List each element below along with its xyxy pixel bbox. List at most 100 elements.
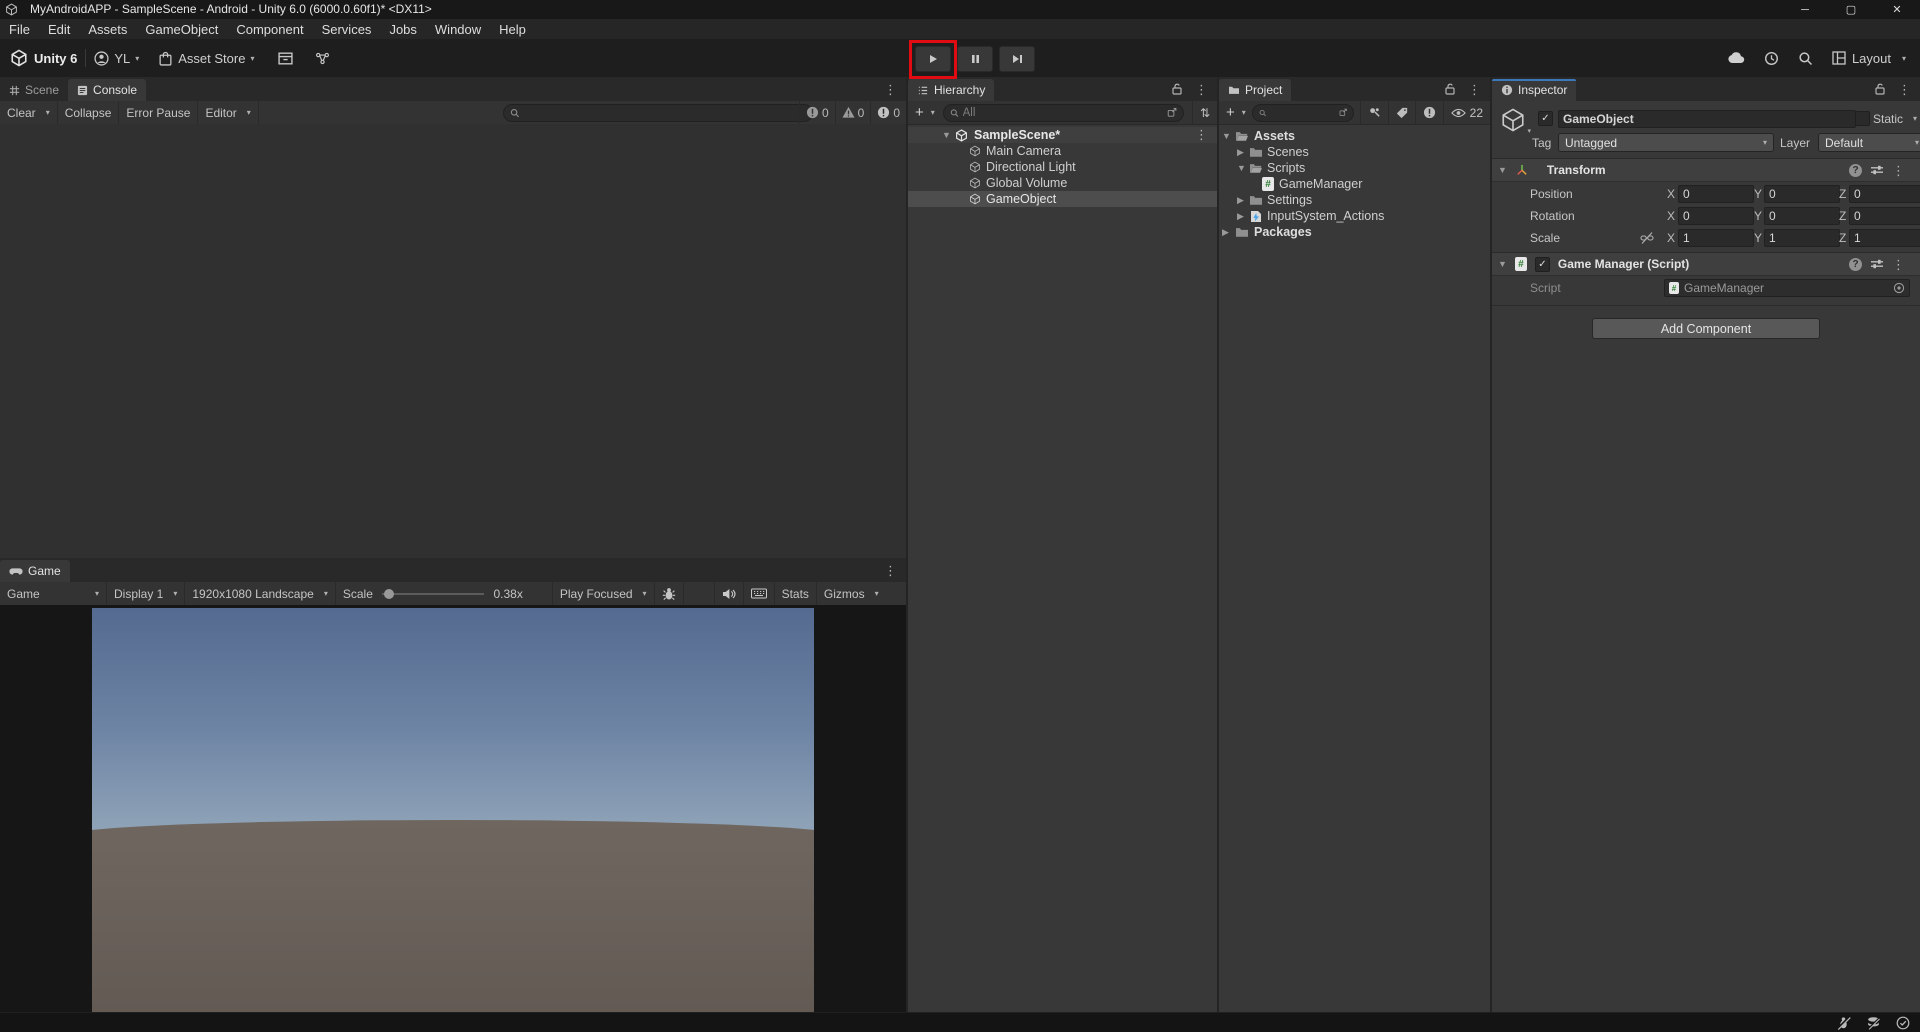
console-search[interactable] (503, 104, 813, 122)
minimize-button[interactable]: ─ (1782, 0, 1828, 19)
scale-z-field[interactable] (1849, 229, 1920, 247)
clear-button[interactable]: Clear ▾ (0, 101, 58, 124)
object-picker-icon[interactable] (1893, 282, 1905, 294)
game-manager-presets-icon[interactable] (1870, 258, 1884, 270)
tab-scene[interactable]: Scene (0, 79, 68, 101)
console-search-input[interactable] (524, 107, 806, 119)
game-manager-enabled-checkbox[interactable]: ✓ (1535, 257, 1550, 272)
hierarchy-sort-button[interactable]: ⇅ (1192, 101, 1217, 124)
layout-dropdown[interactable]: Layout ▾ (1832, 51, 1906, 66)
project-row-scripts[interactable]: ▼ Scripts (1219, 160, 1490, 176)
menu-assets[interactable]: Assets (79, 19, 136, 39)
editor-dropdown[interactable]: Editor ▾ (198, 101, 258, 124)
stats-button[interactable]: Stats (775, 582, 817, 605)
foldout-icon[interactable]: ▶ (1237, 147, 1244, 158)
scale-slider[interactable] (382, 593, 485, 595)
progress-ok-icon[interactable] (1896, 1016, 1910, 1030)
project-row-settings[interactable]: ▶ Settings (1219, 192, 1490, 208)
menu-window[interactable]: Window (426, 19, 490, 39)
position-x-field[interactable] (1678, 185, 1754, 203)
account-caret-icon[interactable]: ▾ (135, 54, 139, 63)
search-by-type-button[interactable] (1416, 101, 1444, 124)
rotation-y-input[interactable] (1769, 209, 1835, 223)
asset-store-label[interactable]: Asset Store (178, 51, 245, 66)
position-z-input[interactable] (1854, 187, 1920, 201)
asset-store-icon[interactable] (159, 51, 172, 66)
project-row-scenes[interactable]: ▶ Scenes (1219, 144, 1490, 160)
game-manager-menu-icon[interactable]: ⋮ (1889, 258, 1908, 271)
account-label[interactable]: YL (114, 51, 130, 66)
foldout-icon[interactable]: ▼ (1222, 131, 1231, 141)
console-log-area[interactable] (0, 124, 906, 558)
project-search[interactable] (1252, 104, 1354, 122)
transform-help-icon[interactable]: ? (1849, 164, 1862, 177)
hierarchy-lock-icon[interactable] (1172, 83, 1182, 95)
game-view-dropdown[interactable]: Game ▾ (0, 582, 107, 605)
tab-inspector[interactable]: Inspector (1492, 79, 1576, 101)
search-icon[interactable] (1798, 51, 1813, 66)
hierarchy-search-input[interactable] (963, 107, 1164, 119)
cloud-icon[interactable] (1727, 52, 1745, 64)
mute-audio-button[interactable] (715, 582, 744, 605)
pause-button[interactable] (957, 46, 993, 72)
menu-help[interactable]: Help (490, 19, 535, 39)
position-z-field[interactable] (1849, 185, 1920, 203)
display-dropdown[interactable]: Display 1 ▾ (107, 582, 185, 605)
foldout-icon[interactable]: ▶ (1222, 227, 1229, 238)
hierarchy-menu-icon[interactable]: ⋮ (1192, 83, 1211, 96)
scale-y-input[interactable] (1769, 231, 1835, 245)
project-lock-icon[interactable] (1445, 83, 1455, 95)
foldout-icon[interactable]: ▶ (1237, 211, 1244, 222)
step-button[interactable] (999, 46, 1035, 72)
transform-header[interactable]: ▼ Transform ? ⋮ (1492, 158, 1920, 182)
hierarchy-add-button[interactable]: + ▾ (908, 101, 939, 124)
gizmos-dropdown[interactable]: Gizmos ▾ (817, 582, 886, 605)
visibility-toggle[interactable]: 22 (1444, 101, 1490, 124)
menu-edit[interactable]: Edit (39, 19, 79, 39)
active-checkbox[interactable]: ✓ (1538, 111, 1553, 126)
warning-counter[interactable]: 0 (835, 101, 871, 124)
debugger-detached-icon[interactable] (1836, 1016, 1851, 1030)
account-icon[interactable] (94, 51, 109, 66)
hierarchy-item-main-camera[interactable]: Main Camera (908, 143, 1217, 159)
static-caret-icon[interactable]: ▾ (1913, 114, 1917, 123)
error-counter[interactable]: 0 (870, 101, 906, 124)
play-focus-dropdown[interactable]: Play Focused ▾ (552, 582, 655, 605)
scene-connections-icon[interactable] (315, 52, 330, 65)
scale-slider-thumb[interactable] (384, 589, 394, 599)
asset-store-caret-icon[interactable]: ▾ (250, 54, 254, 63)
layer-dropdown[interactable]: Default ▾ (1818, 133, 1920, 152)
menu-gameobject[interactable]: GameObject (136, 19, 227, 39)
info-counter[interactable]: 0 (799, 101, 835, 124)
resolution-dropdown[interactable]: 1920x1080 Landscape ▾ (185, 582, 335, 605)
hierarchy-item-global-volume[interactable]: Global Volume (908, 175, 1217, 191)
inspector-lock-icon[interactable] (1875, 83, 1885, 95)
search-by-import-button[interactable] (1360, 101, 1389, 124)
inspector-menu-icon[interactable]: ⋮ (1895, 83, 1914, 96)
hierarchy-item-directional-light[interactable]: Directional Light (908, 159, 1217, 175)
error-pause-button[interactable]: Error Pause (119, 101, 198, 124)
foldout-icon[interactable]: ▶ (1237, 195, 1244, 206)
position-y-field[interactable] (1764, 185, 1840, 203)
cache-layers-icon[interactable] (1866, 1016, 1881, 1030)
foldout-icon[interactable]: ▼ (1237, 163, 1246, 173)
tab-console[interactable]: Console (68, 79, 146, 101)
transform-presets-icon[interactable] (1870, 164, 1884, 176)
project-menu-icon[interactable]: ⋮ (1465, 83, 1484, 96)
hierarchy-item-gameobject[interactable]: GameObject (908, 191, 1217, 207)
virtual-keyboard-button[interactable] (744, 582, 775, 605)
package-tray-icon[interactable] (278, 52, 293, 65)
project-search-input[interactable] (1270, 107, 1334, 119)
gameobject-big-icon[interactable]: ▾ (1500, 107, 1526, 133)
scale-x-input[interactable] (1683, 231, 1749, 245)
rotation-x-field[interactable] (1678, 207, 1754, 225)
search-by-label-button[interactable] (1389, 101, 1416, 124)
project-row-inputsystem-actions[interactable]: ▶ InputSystem_Actions (1219, 208, 1490, 224)
game-manager-foldout-icon[interactable]: ▼ (1498, 259, 1507, 269)
add-component-button[interactable]: Add Component (1592, 318, 1820, 339)
scale-x-field[interactable] (1678, 229, 1754, 247)
rotation-y-field[interactable] (1764, 207, 1840, 225)
game-manager-help-icon[interactable]: ? (1849, 258, 1862, 271)
tag-dropdown[interactable]: Untagged ▾ (1558, 133, 1774, 152)
game-menu-icon[interactable]: ⋮ (881, 564, 900, 577)
